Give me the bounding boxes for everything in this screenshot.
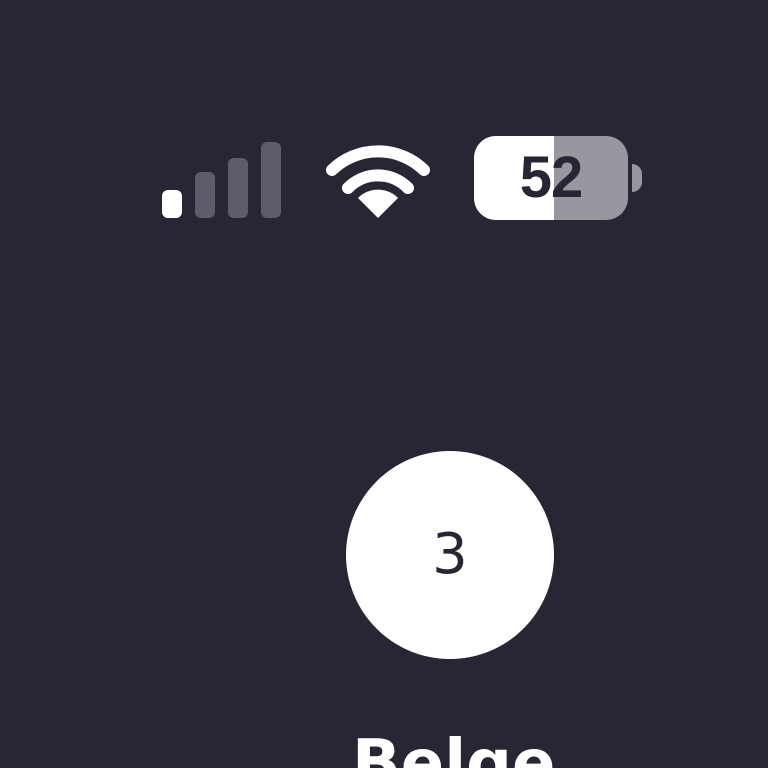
person-name: Belge xyxy=(352,727,556,768)
battery-cap xyxy=(632,164,642,192)
step-indicator: 3 xyxy=(346,451,554,659)
status-bar: 52 xyxy=(0,0,768,260)
wifi-icon xyxy=(326,145,430,218)
battery-icon: 52 xyxy=(474,136,650,220)
step-number: 3 xyxy=(432,522,468,587)
cellular-signal-icon xyxy=(162,138,284,218)
battery-level: 52 xyxy=(519,145,584,210)
signal-bar xyxy=(228,158,248,218)
battery-body: 52 xyxy=(474,136,628,220)
signal-bar xyxy=(162,190,182,218)
signal-bar xyxy=(195,172,215,218)
signal-bar xyxy=(261,142,281,218)
